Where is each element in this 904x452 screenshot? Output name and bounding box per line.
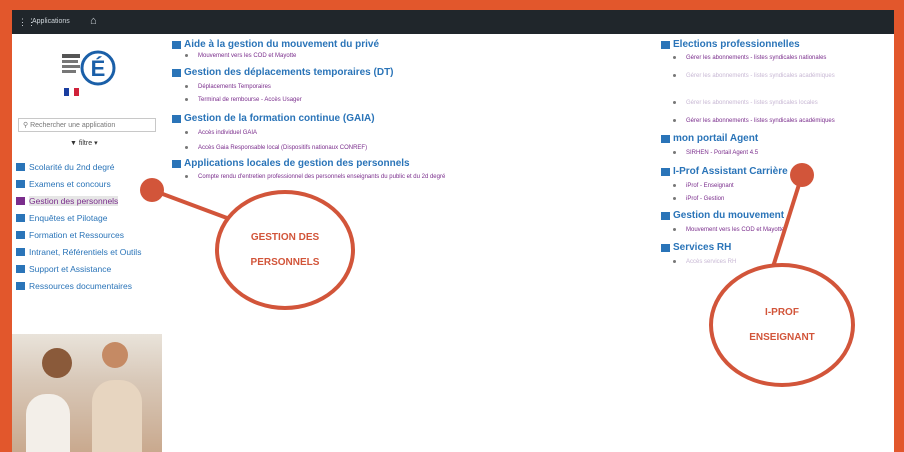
section-title-portail-agent[interactable]: mon portail Agent xyxy=(661,133,758,144)
folder-icon xyxy=(16,248,25,256)
link-elections-academiques-2[interactable]: Gérer les abonnements - listes syndicale… xyxy=(673,118,835,124)
section-title-gaia[interactable]: Gestion de la formation continue (GAIA) xyxy=(172,113,375,124)
sidebar: É ⚲ Rechercher une application ▼ filtre … xyxy=(12,34,162,452)
sidebar-item-formation[interactable]: Formation et Ressources xyxy=(16,230,162,240)
callout-iprof-enseignant: I-PROF ENSEIGNANT xyxy=(709,263,855,387)
folder-icon xyxy=(16,214,25,222)
folder-icon xyxy=(172,159,181,168)
search-input[interactable]: ⚲ Rechercher une application xyxy=(18,118,156,132)
link-elections-locales[interactable]: Gérer les abonnements - listes syndicale… xyxy=(673,100,818,106)
folder-icon xyxy=(16,180,25,188)
search-placeholder: Rechercher une application xyxy=(30,122,116,129)
folder-icon xyxy=(16,282,25,290)
link-elections-academiques[interactable]: Gérer les abonnements - listes syndicale… xyxy=(673,73,835,79)
folder-icon xyxy=(16,231,25,239)
svg-text:É: É xyxy=(91,56,106,81)
folder-icon xyxy=(16,265,25,273)
link-terminal-rembourse[interactable]: Terminal de rembourse - Accès Usager xyxy=(185,97,302,103)
sidebar-item-ressources[interactable]: Ressources documentaires xyxy=(16,281,162,291)
home-icon[interactable]: ⌂ xyxy=(90,15,97,27)
link-elections-nationales[interactable]: Gérer les abonnements - listes syndicale… xyxy=(673,55,826,61)
folder-icon xyxy=(172,114,181,123)
ministry-logo: É xyxy=(62,50,116,96)
folder-icon xyxy=(661,243,670,252)
section-title-elections[interactable]: Elections professionnelles xyxy=(661,39,800,50)
filter-toggle[interactable]: ▼ filtre ▾ xyxy=(70,139,98,147)
sidebar-menu: Scolarité du 2nd degré Examens et concou… xyxy=(16,162,162,298)
link-mouvement-cod[interactable]: Mouvement vers les COD et Mayotte xyxy=(185,53,296,59)
section-title-deplacements[interactable]: Gestion des déplacements temporaires (DT… xyxy=(172,67,394,78)
top-bar: ⋮⋮ Applications ⌂ xyxy=(12,10,894,34)
folder-icon xyxy=(661,134,670,143)
sidebar-item-support[interactable]: Support et Assistance xyxy=(16,264,162,274)
section-title-iprof[interactable]: I-Prof Assistant Carrière xyxy=(661,166,788,177)
sidebar-item-intranet[interactable]: Intranet, Référentiels et Outils xyxy=(16,247,162,257)
link-services-rh[interactable]: Accès services RH xyxy=(673,259,736,265)
sidebar-item-scolarite[interactable]: Scolarité du 2nd degré xyxy=(16,162,162,172)
app-window: ⋮⋮ Applications ⌂ É ⚲ Rechercher une app… xyxy=(12,10,894,452)
filter-icon: ▼ xyxy=(70,140,79,147)
callout-left-line1: GESTION DES xyxy=(250,232,320,243)
link-iprof-gestion[interactable]: iProf - Gestion xyxy=(673,196,724,202)
callout-gestion-personnels: GESTION DES PERSONNELS xyxy=(215,190,355,310)
grid-icon[interactable]: ⋮⋮ xyxy=(18,17,36,27)
section-title-applications-locales[interactable]: Applications locales de gestion des pers… xyxy=(172,158,410,169)
section-title-gestion-mouvement[interactable]: Gestion du mouvement xyxy=(661,210,784,221)
link-sirhen[interactable]: SIRHEN - Portail Agent 4.5 xyxy=(673,150,758,156)
folder-icon xyxy=(16,163,25,171)
section-title-services-rh[interactable]: Services RH xyxy=(661,242,731,253)
callout-marker-right xyxy=(790,163,814,187)
link-mouvement-cod-right[interactable]: Mouvement vers les COD et Mayotte xyxy=(673,227,784,233)
folder-icon xyxy=(16,197,25,205)
sidebar-item-enquetes[interactable]: Enquêtes et Pilotage xyxy=(16,213,162,223)
sidebar-item-gestion-personnels[interactable]: Gestion des personnels xyxy=(16,196,162,206)
folder-icon xyxy=(661,40,670,49)
callout-right-line1: I-PROF xyxy=(765,307,799,318)
callout-marker-left xyxy=(140,178,164,202)
callout-right-line2: ENSEIGNANT xyxy=(749,332,815,343)
classroom-photo xyxy=(12,334,162,452)
folder-icon xyxy=(172,40,181,49)
applications-menu[interactable]: Applications xyxy=(32,18,70,25)
chevron-down-icon: ▾ xyxy=(94,140,98,147)
section-title-aide-mouvement[interactable]: Aide à la gestion du mouvement du privé xyxy=(172,39,379,50)
folder-icon xyxy=(172,68,181,77)
folder-icon xyxy=(661,167,670,176)
link-gaia-individuel[interactable]: Accès individuel GAIA xyxy=(185,130,257,136)
link-gaia-responsable[interactable]: Accès Gaia Responsable local (Dispositif… xyxy=(185,145,367,151)
link-deplacements-temporaires[interactable]: Déplacements Temporaires xyxy=(185,84,271,90)
callout-left-line2: PERSONNELS xyxy=(250,257,320,268)
link-compte-rendu[interactable]: Compte rendu d'entretien professionnel d… xyxy=(185,174,445,180)
filter-label: filtre xyxy=(78,140,93,147)
link-iprof-enseignant[interactable]: iProf - Enseignant xyxy=(673,183,734,189)
folder-icon xyxy=(661,211,670,220)
